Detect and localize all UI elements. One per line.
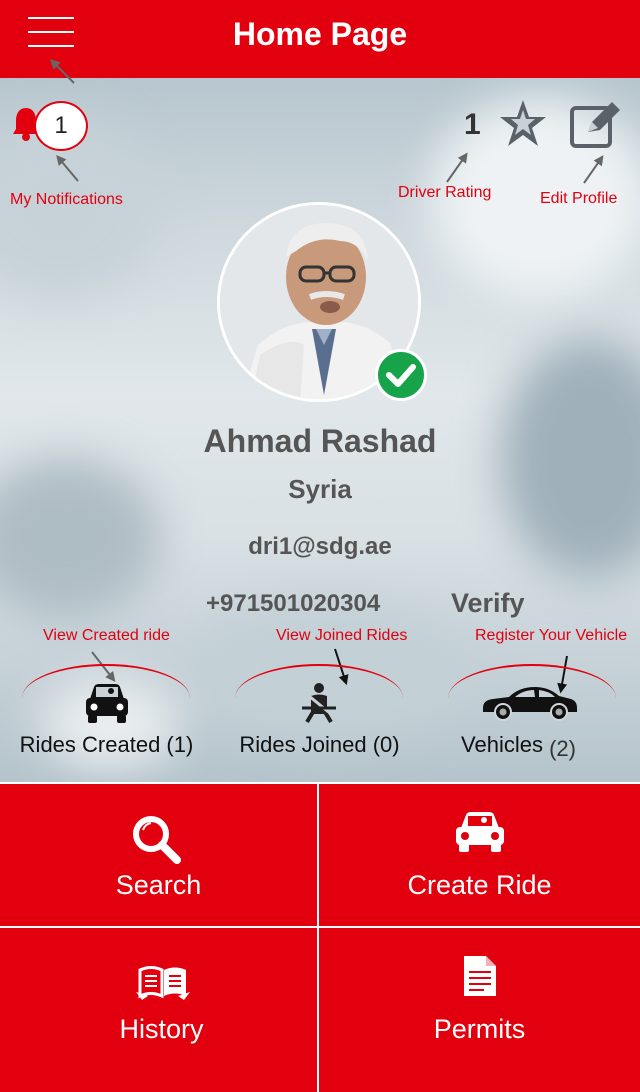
annotation-register-vehicle: Register Your Vehicle [475, 627, 628, 644]
profile-email: dri1@sdg.ae [248, 533, 392, 560]
car-front-icon [86, 684, 128, 723]
checkmark-icon [386, 364, 416, 387]
notification-count-badge[interactable]: 1 [34, 101, 88, 151]
car-icon [455, 812, 504, 852]
star-icon [500, 100, 546, 146]
car-side-icon [483, 687, 577, 721]
search-button[interactable]: Search [0, 784, 317, 926]
annotation-driver-rating: Driver Rating [398, 184, 492, 201]
profile-phone: +971501020304 [206, 590, 381, 617]
annotation-view-joined-rides: View Joined Rides [276, 627, 408, 644]
search-button-label: Search [115, 870, 202, 900]
book-icon [135, 966, 190, 1000]
vehicles-count: (2) [549, 736, 576, 761]
history-button[interactable]: History [0, 928, 317, 1092]
edit-icon[interactable] [568, 98, 622, 152]
rides-created-label: Rides Created (1) [19, 732, 194, 757]
annotation-view-created-ride: View Created ride [43, 627, 170, 644]
check-circle-icon [375, 349, 427, 401]
annotation-main-menu: Main Menu [83, 64, 158, 81]
vehicles-text: Vehicles [461, 732, 543, 757]
page-title: Home Page [232, 16, 408, 52]
vehicles-label: Vehicles (2) [412, 732, 625, 761]
driver-rating-value: 1 [464, 108, 481, 141]
search-icon [132, 816, 181, 864]
permits-button-label: Permits [433, 1014, 526, 1044]
document-icon [463, 956, 496, 996]
annotation-my-notifications: My Notifications [10, 191, 123, 208]
rides-joined-stat[interactable]: Rides Joined (0) [213, 664, 426, 764]
profile-country: Syria [288, 474, 352, 504]
rides-created-stat[interactable]: Rides Created (1) [0, 664, 213, 764]
permits-button[interactable]: Permits [319, 928, 640, 1092]
create-ride-button-label: Create Ride [407, 870, 552, 900]
vehicles-stat[interactable]: Vehicles (2) [426, 664, 639, 764]
create-ride-button[interactable]: Create Ride [319, 784, 640, 926]
annotation-edit-profile: Edit Profile [540, 190, 618, 207]
profile-name: Ahmad Rashad [203, 423, 437, 459]
seatbelt-icon [302, 683, 336, 724]
history-button-label: History [119, 1014, 204, 1044]
rides-joined-label: Rides Joined (0) [239, 732, 400, 757]
verify-phone-button[interactable]: Verify [451, 588, 525, 619]
